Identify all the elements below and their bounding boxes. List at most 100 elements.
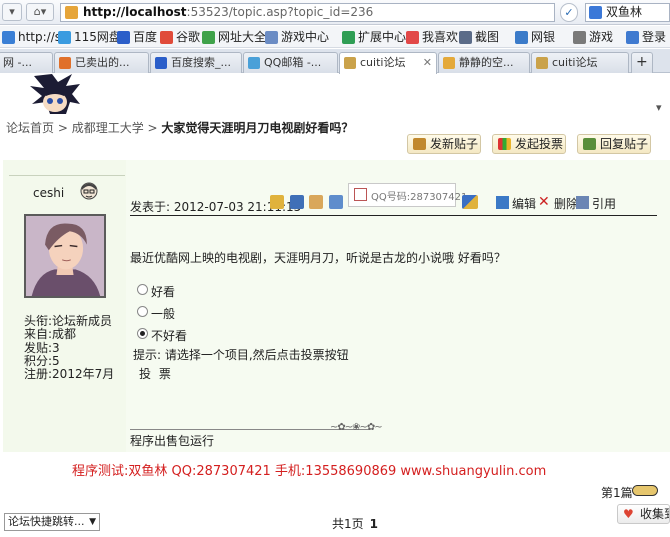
tab-icon [344, 57, 356, 69]
favorite-label: 游戏中心 [281, 30, 330, 44]
tab-icon [155, 57, 167, 69]
qq-box[interactable]: QQ号码:287307421 [348, 183, 467, 207]
browser-tab[interactable]: 网 -... [0, 52, 53, 73]
quote-label: 引用 [592, 197, 617, 211]
floor-label: 第1篇 [601, 486, 633, 500]
favorite-label: 网址大全 [218, 30, 267, 44]
url-field[interactable]: http://localhost:53523/topic.asp?topic_i… [60, 3, 555, 22]
browser-tab[interactable]: cuiti论坛 [531, 52, 629, 73]
email-icon[interactable] [329, 195, 343, 209]
chevron-down-icon: ▼ [89, 517, 96, 527]
browser-tab[interactable]: QQ邮箱 -... [243, 52, 338, 73]
favorite-item[interactable]: 我喜欢 [406, 29, 458, 45]
close-icon[interactable]: ✕ [423, 53, 432, 72]
poll-option-label: 一般 [151, 307, 176, 321]
author-registered: 注册:2012年7月 [24, 367, 115, 382]
board-jump-select[interactable]: 论坛快捷跳转... ▼ [4, 513, 100, 531]
tab-label: QQ邮箱 -... [264, 56, 322, 69]
favorites-bar: http://sh 115网盘 百度 谷歌 网址大全 游戏中心 扩展中心 我喜欢… [0, 26, 670, 48]
browser-tab[interactable]: 静静的空... [438, 52, 530, 73]
author-name[interactable]: ceshi [33, 186, 64, 200]
page-current[interactable]: 1 [370, 517, 378, 531]
tab-label: 网 -... [3, 56, 32, 69]
home-icon[interactable]: ⌂▾ [26, 3, 54, 21]
poll-option[interactable]: 不好看 [137, 327, 187, 344]
favorite-item[interactable]: 网址大全 [202, 29, 266, 45]
favorite-item[interactable]: 谷歌 [160, 29, 200, 45]
author-info: 头衔:论坛新成员 来自:成都 发贴:3 积分:5 注册:2012年7月 [24, 314, 115, 382]
search-input[interactable]: 双鱼林 [585, 3, 670, 22]
board-jump-value: 论坛快捷跳转... [8, 515, 85, 528]
tab-icon [248, 57, 260, 69]
favorite-item[interactable]: 扩展中心 [342, 29, 406, 45]
poll-option-label: 不好看 [151, 329, 188, 343]
divider [9, 175, 125, 176]
vote-button[interactable]: 投 票 [139, 365, 173, 382]
avatar [24, 214, 106, 298]
favorite-item[interactable]: 游戏 [573, 29, 613, 45]
new-post-button[interactable]: 发新贴子 [407, 134, 481, 154]
hand-icon [413, 138, 426, 150]
profile-icon[interactable] [270, 195, 284, 209]
tab-label: cuiti论坛 [552, 56, 598, 69]
favorite-item[interactable]: 115网盘 [58, 29, 121, 45]
radio-button-selected[interactable] [137, 328, 148, 339]
favorite-icon [626, 31, 639, 44]
moderate-icon[interactable] [462, 195, 478, 209]
favorite-item[interactable]: 截图 [459, 29, 499, 45]
edit-label: 编辑 [512, 197, 537, 211]
reply-button[interactable]: 回复贴子 [577, 134, 651, 154]
quote-link[interactable]: 引用 [576, 195, 616, 212]
favorite-icon [406, 31, 419, 44]
favorite-item[interactable]: 登录 [626, 29, 666, 45]
message-icon[interactable] [290, 195, 304, 209]
new-post-label: 发新贴子 [430, 137, 479, 151]
new-poll-label: 发起投票 [515, 137, 564, 151]
radio-button[interactable] [137, 284, 148, 295]
poll-option[interactable]: 好看 [137, 283, 175, 300]
address-bar: ▾ ⌂▾ http://localhost:53523/topic.asp?to… [0, 0, 670, 25]
tab-label: 静静的空... [459, 56, 514, 69]
browser-tab-active[interactable]: cuiti论坛 ✕ [339, 52, 437, 74]
signature-ornament: ~✿~❀~✿~ [330, 422, 383, 433]
favorite-label: 网银 [531, 30, 556, 44]
radio-button[interactable] [137, 306, 148, 317]
heart-icon: ♥ [623, 507, 634, 521]
poll-option-label: 好看 [151, 285, 176, 299]
footer-credit: 程序测试:双鱼林 QQ:287307421 手机:13558690869 www… [72, 464, 547, 479]
pagination: 共1页 1 [332, 515, 378, 532]
browser-tab[interactable]: 已卖出的... [54, 52, 149, 73]
tab-label: cuiti论坛 [360, 56, 406, 69]
qq-label: QQ号码:287307421 [371, 192, 468, 203]
edit-icon [496, 196, 509, 209]
collect-button[interactable]: ♥ 收集到 [617, 504, 670, 524]
breadcrumb-home[interactable]: 论坛首页 [6, 121, 54, 135]
qq-icon [354, 188, 367, 201]
tab-bar: 网 -... 已卖出的... 百度搜索_... QQ邮箱 -... cuiti论… [0, 49, 670, 114]
user-face-icon [80, 182, 98, 200]
favorite-label: 截图 [475, 30, 500, 44]
shield-icon[interactable]: ✓ [560, 3, 578, 22]
browser-tab[interactable]: 百度搜索_... [150, 52, 242, 73]
favorite-icon [117, 31, 130, 44]
favorite-item[interactable]: 百度 [117, 29, 157, 45]
delete-link[interactable]: ✕ 删除 [538, 195, 578, 212]
favorite-item[interactable]: 游戏中心 [265, 29, 329, 45]
favorite-item[interactable]: 网银 [515, 29, 555, 45]
homepage-icon[interactable] [309, 195, 323, 209]
author-from: 来自:成都 [24, 327, 77, 342]
poll-icon [498, 138, 511, 150]
edit-link[interactable]: 编辑 [496, 195, 536, 212]
favorite-label: 谷歌 [176, 30, 201, 44]
dropdown-icon[interactable]: ▾ [2, 3, 22, 21]
favorite-icon [202, 31, 215, 44]
tab-list-icon[interactable]: ▾ [656, 101, 662, 114]
poll-option[interactable]: 一般 [137, 305, 175, 322]
poll-hint: 提示: 请选择一个项目,然后点击投票按钮 [133, 348, 349, 362]
new-tab-button[interactable]: + [631, 52, 653, 73]
favorite-icon [58, 31, 71, 44]
author-column [3, 160, 126, 452]
new-poll-button[interactable]: 发起投票 [492, 134, 566, 154]
search-engine-icon [589, 6, 602, 19]
breadcrumb-board[interactable]: 成都理工大学 [72, 121, 144, 135]
